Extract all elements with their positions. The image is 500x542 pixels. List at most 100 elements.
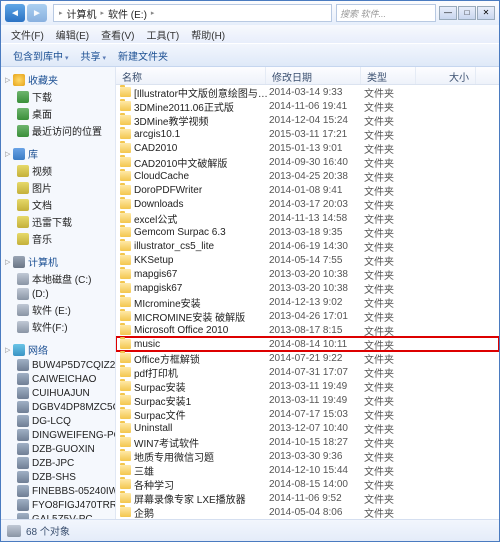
sidebar-item[interactable]: CUIHUAJUN	[1, 386, 115, 400]
file-row[interactable]: Office方框解锁 2014-07-21 9:22 文件夹	[116, 351, 499, 365]
file-row[interactable]: 企鹅 2014-05-04 8:06 文件夹	[116, 505, 499, 519]
file-row[interactable]: Microsoft Office 2010 2013-08-17 8:15 文件…	[116, 323, 499, 337]
file-row[interactable]: music 2014-08-14 10:11 文件夹	[116, 337, 499, 351]
file-row[interactable]: Gemcom Surpac 6.3 2013-03-18 9:35 文件夹	[116, 225, 499, 239]
col-size-header[interactable]: 大小	[416, 67, 476, 84]
col-type-header[interactable]: 类型	[361, 67, 416, 84]
sidebar-item[interactable]: BUW4P5D7CQIZ2P8	[1, 358, 115, 372]
sidebar-item[interactable]: 桌面	[1, 105, 115, 122]
folder-icon	[120, 241, 131, 251]
sidebar-item[interactable]: FINEBBS-05240IW	[1, 484, 115, 498]
file-row[interactable]: illustrator_cs5_lite 2014-06-19 14:30 文件…	[116, 239, 499, 253]
file-row[interactable]: 各种学习 2014-08-15 14:00 文件夹	[116, 477, 499, 491]
sidebar-item[interactable]: FYO8FIGJ470TRRV	[1, 498, 115, 512]
file-date: 2014-01-08 9:41	[269, 185, 364, 196]
folder-icon	[120, 395, 131, 405]
sidebar-item[interactable]: GAL5Z5V-PC	[1, 512, 115, 519]
file-row[interactable]: Surpac文件 2014-07-17 15:03 文件夹	[116, 407, 499, 421]
file-date: 2014-07-31 17:07	[269, 367, 364, 378]
sidebar-item[interactable]: 文档	[1, 196, 115, 213]
file-row[interactable]: KKSetup 2014-05-14 7:55 文件夹	[116, 253, 499, 267]
file-row[interactable]: CAD2010 2015-01-13 9:01 文件夹	[116, 141, 499, 155]
sidebar-group-head[interactable]: ▷库	[1, 145, 115, 162]
col-name-header[interactable]: 名称	[116, 67, 266, 84]
file-list[interactable]: [Illustrator中文版创意绘图与典型设计1... 2014-03-14 …	[116, 85, 499, 519]
sidebar-item[interactable]: 迅雷下载	[1, 213, 115, 230]
sidebar-item[interactable]: 最近访问的位置	[1, 122, 115, 139]
file-row[interactable]: DoroPDFWriter 2014-01-08 9:41 文件夹	[116, 183, 499, 197]
breadcrumb-sep-icon: ▸	[57, 9, 65, 17]
sidebar-item[interactable]: DZB-GUOXIN	[1, 442, 115, 456]
folder-icon	[120, 311, 131, 321]
maximize-button[interactable]: □	[458, 6, 476, 20]
file-row[interactable]: pdf打印机 2014-07-31 17:07 文件夹	[116, 365, 499, 379]
file-row[interactable]: arcgis10.1 2015-03-11 17:21 文件夹	[116, 127, 499, 141]
file-row[interactable]: Surpac安装1 2013-03-11 19:49 文件夹	[116, 393, 499, 407]
sidebar-item[interactable]: 下载	[1, 88, 115, 105]
file-row[interactable]: WIN7考试软件 2014-10-15 18:27 文件夹	[116, 435, 499, 449]
file-row[interactable]: CloudCache 2013-04-25 20:38 文件夹	[116, 169, 499, 183]
newfolder-button[interactable]: 新建文件夹	[112, 48, 174, 63]
file-row[interactable]: excel公式 2014-11-13 14:58 文件夹	[116, 211, 499, 225]
menu-tools[interactable]: 工具(T)	[140, 27, 185, 42]
address-bar[interactable]: ▸ 计算机 ▸ 软件 (E:) ▸	[53, 4, 332, 22]
sidebar-item[interactable]: 软件(F:)	[1, 318, 115, 335]
sidebar-item[interactable]: DZB-JPC	[1, 456, 115, 470]
file-row[interactable]: 3DMine2011.06正式版 2014-11-06 19:41 文件夹	[116, 99, 499, 113]
file-row[interactable]: mapgisk67 2013-03-20 10:38 文件夹	[116, 281, 499, 295]
file-row[interactable]: 三雄 2014-12-10 15:44 文件夹	[116, 463, 499, 477]
menu-help[interactable]: 帮助(H)	[185, 27, 231, 42]
ic-star-icon	[13, 74, 25, 86]
sidebar-item[interactable]: DINGWEIFENG-PC	[1, 428, 115, 442]
search-input[interactable]: 搜索 软件...	[336, 4, 436, 22]
sidebar-item[interactable]: 软件 (E:)	[1, 301, 115, 318]
breadcrumb-item[interactable]: 计算机	[65, 6, 99, 21]
close-button[interactable]: ✕	[477, 6, 495, 20]
sidebar[interactable]: ▷收藏夹下载桌面最近访问的位置 ▷库视频图片文档迅雷下载音乐 ▷计算机本地磁盘 (C…	[1, 67, 116, 519]
breadcrumb-item[interactable]: 软件 (E:)	[106, 6, 149, 21]
sidebar-item[interactable]: DG-LCQ	[1, 414, 115, 428]
sidebar-group-head[interactable]: ▷收藏夹	[1, 71, 115, 88]
sidebar-item[interactable]: CAIWEICHAO	[1, 372, 115, 386]
file-row[interactable]: Uninstall 2013-12-07 10:40 文件夹	[116, 421, 499, 435]
share-button[interactable]: 共享	[75, 48, 113, 63]
file-type: 文件夹	[364, 337, 419, 352]
sidebar-item[interactable]: DZB-SHS	[1, 470, 115, 484]
sidebar-item[interactable]: 视频	[1, 162, 115, 179]
menu-view[interactable]: 查看(V)	[95, 27, 140, 42]
nav-back-button[interactable]: ◄	[5, 4, 25, 22]
organize-button[interactable]: 包含到库中	[7, 48, 75, 63]
menu-edit[interactable]: 编辑(E)	[50, 27, 95, 42]
sidebar-item-label: 桌面	[32, 106, 52, 121]
file-name: CloudCache	[134, 171, 269, 182]
sidebar-item[interactable]: DGBV4DP8MZC5GFD	[1, 400, 115, 414]
file-row[interactable]: 地质专用微信习题 2013-03-30 9:36 文件夹	[116, 449, 499, 463]
file-type: 文件夹	[364, 225, 419, 240]
sidebar-item-label: CUIHUAJUN	[32, 388, 90, 399]
sidebar-group-head[interactable]: ▷网络	[1, 341, 115, 358]
sidebar-item[interactable]: 音乐	[1, 230, 115, 247]
col-date-header[interactable]: 修改日期	[266, 67, 361, 84]
file-date: 2015-01-13 9:01	[269, 143, 364, 154]
file-row[interactable]: mapgis67 2013-03-20 10:38 文件夹	[116, 267, 499, 281]
file-row[interactable]: 屏幕录像专家 LXE播放器 2014-11-06 9:52 文件夹	[116, 491, 499, 505]
sidebar-item[interactable]: 本地磁盘 (C:)	[1, 270, 115, 287]
menu-file[interactable]: 文件(F)	[5, 27, 50, 42]
folder-icon	[120, 409, 131, 419]
file-row[interactable]: MICROMINE安装 破解版 2013-04-26 17:01 文件夹	[116, 309, 499, 323]
nav-forward-button[interactable]: ►	[27, 4, 47, 22]
ic-net-icon	[13, 344, 25, 356]
file-row[interactable]: CAD2010中文破解版 2014-09-30 16:40 文件夹	[116, 155, 499, 169]
sidebar-group-label: 网络	[28, 342, 48, 357]
sidebar-item[interactable]: 图片	[1, 179, 115, 196]
file-row[interactable]: 3DMine教学视频 2014-12-04 15:24 文件夹	[116, 113, 499, 127]
file-row[interactable]: MIcromine安装 2014-12-13 9:02 文件夹	[116, 295, 499, 309]
sidebar-item[interactable]: (D:)	[1, 287, 115, 301]
file-row[interactable]: Surpac安装 2013-03-11 19:49 文件夹	[116, 379, 499, 393]
file-row[interactable]: [Illustrator中文版创意绘图与典型设计1... 2014-03-14 …	[116, 85, 499, 99]
sidebar-group-head[interactable]: ▷计算机	[1, 253, 115, 270]
minimize-button[interactable]: —	[439, 6, 457, 20]
folder-icon	[120, 115, 131, 125]
file-row[interactable]: Downloads 2014-03-17 20:03 文件夹	[116, 197, 499, 211]
file-type: 文件夹	[364, 169, 419, 184]
